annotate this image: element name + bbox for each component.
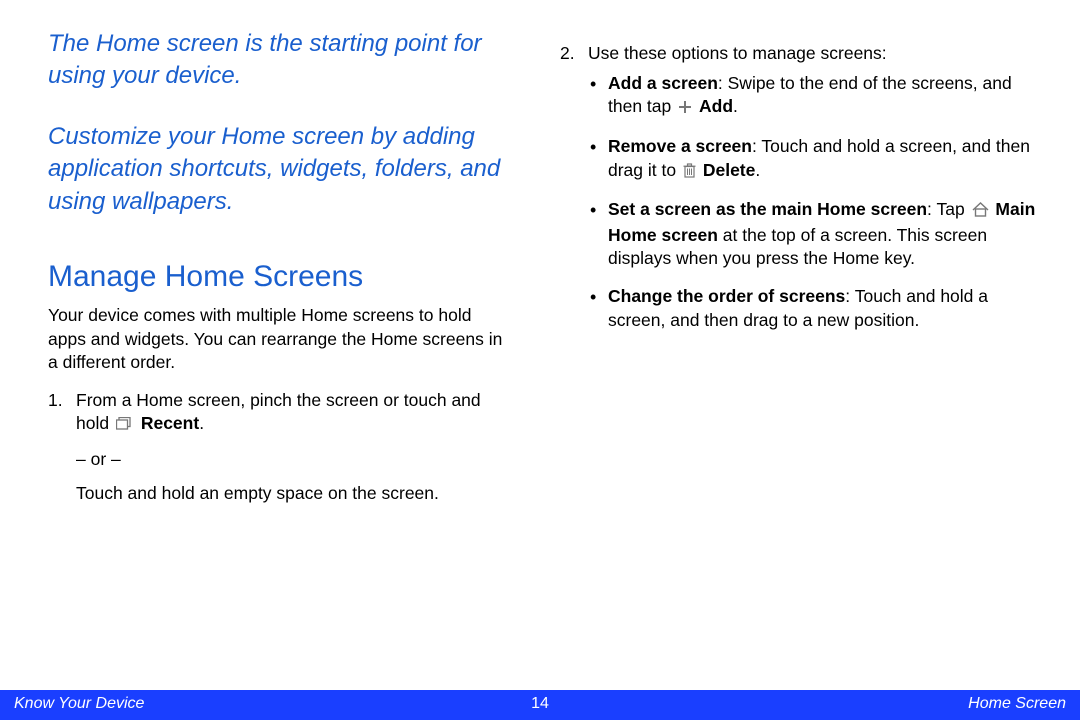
page-number: 14 [531,695,549,713]
step-1-text-1: From a Home screen, pinch the screen or … [76,390,481,434]
left-column: The Home screen is the starting point fo… [48,28,508,515]
footer-left: Know Your Device [14,695,144,713]
section-heading: Manage Home Screens [48,260,508,294]
bullet-text-1: : Tap [927,199,970,219]
recent-icon [116,414,134,438]
plus-icon [678,97,692,121]
or-separator: – or – [76,448,508,472]
step-1-text-2: Touch and hold an empty space on the scr… [76,482,508,506]
bullet-remove-screen: Remove a screen: Touch and hold a screen… [588,135,1040,184]
add-label: Add [699,96,733,116]
body-intro: Your device comes with multiple Home scr… [48,304,508,375]
page: The Home screen is the starting point fo… [0,0,1080,720]
bullet-list: Add a screen: Swipe to the end of the sc… [588,72,1040,333]
step-number: 1. [48,389,63,413]
bullet-change-order: Change the order of screens: Touch and h… [588,285,1040,332]
step-2: 2. Use these options to manage screens: … [560,42,1040,332]
steps-list-continued: 2. Use these options to manage screens: … [560,42,1040,332]
right-column: 2. Use these options to manage screens: … [560,28,1040,346]
bullet-bold: Set a screen as the main Home screen [608,199,927,219]
step-2-lead: Use these options to manage screens: [588,43,887,63]
intro-paragraph-2: Customize your Home screen by adding app… [48,121,508,218]
bullet-period: . [755,160,760,180]
bullet-period: . [733,96,738,116]
footer: Know Your Device 14 Home Screen [0,690,1080,720]
trash-icon [683,161,696,185]
bullet-bold: Remove a screen [608,136,752,156]
step-1-period: . [199,413,204,433]
bullet-bold: Add a screen [608,73,718,93]
home-icon [972,200,989,224]
bullet-add-screen: Add a screen: Swipe to the end of the sc… [588,72,1040,121]
bullet-main-home: Set a screen as the main Home screen: Ta… [588,198,1040,271]
bullet-bold: Change the order of screens [608,286,845,306]
step-1: 1. From a Home screen, pinch the screen … [48,389,508,506]
body-text: Your device comes with multiple Home scr… [48,304,508,505]
footer-right: Home Screen [968,695,1066,713]
step-number: 2. [560,42,575,66]
recent-label: Recent [141,413,199,433]
delete-label: Delete [703,160,756,180]
steps-list: 1. From a Home screen, pinch the screen … [48,389,508,506]
intro-paragraph-1: The Home screen is the starting point fo… [48,28,508,93]
